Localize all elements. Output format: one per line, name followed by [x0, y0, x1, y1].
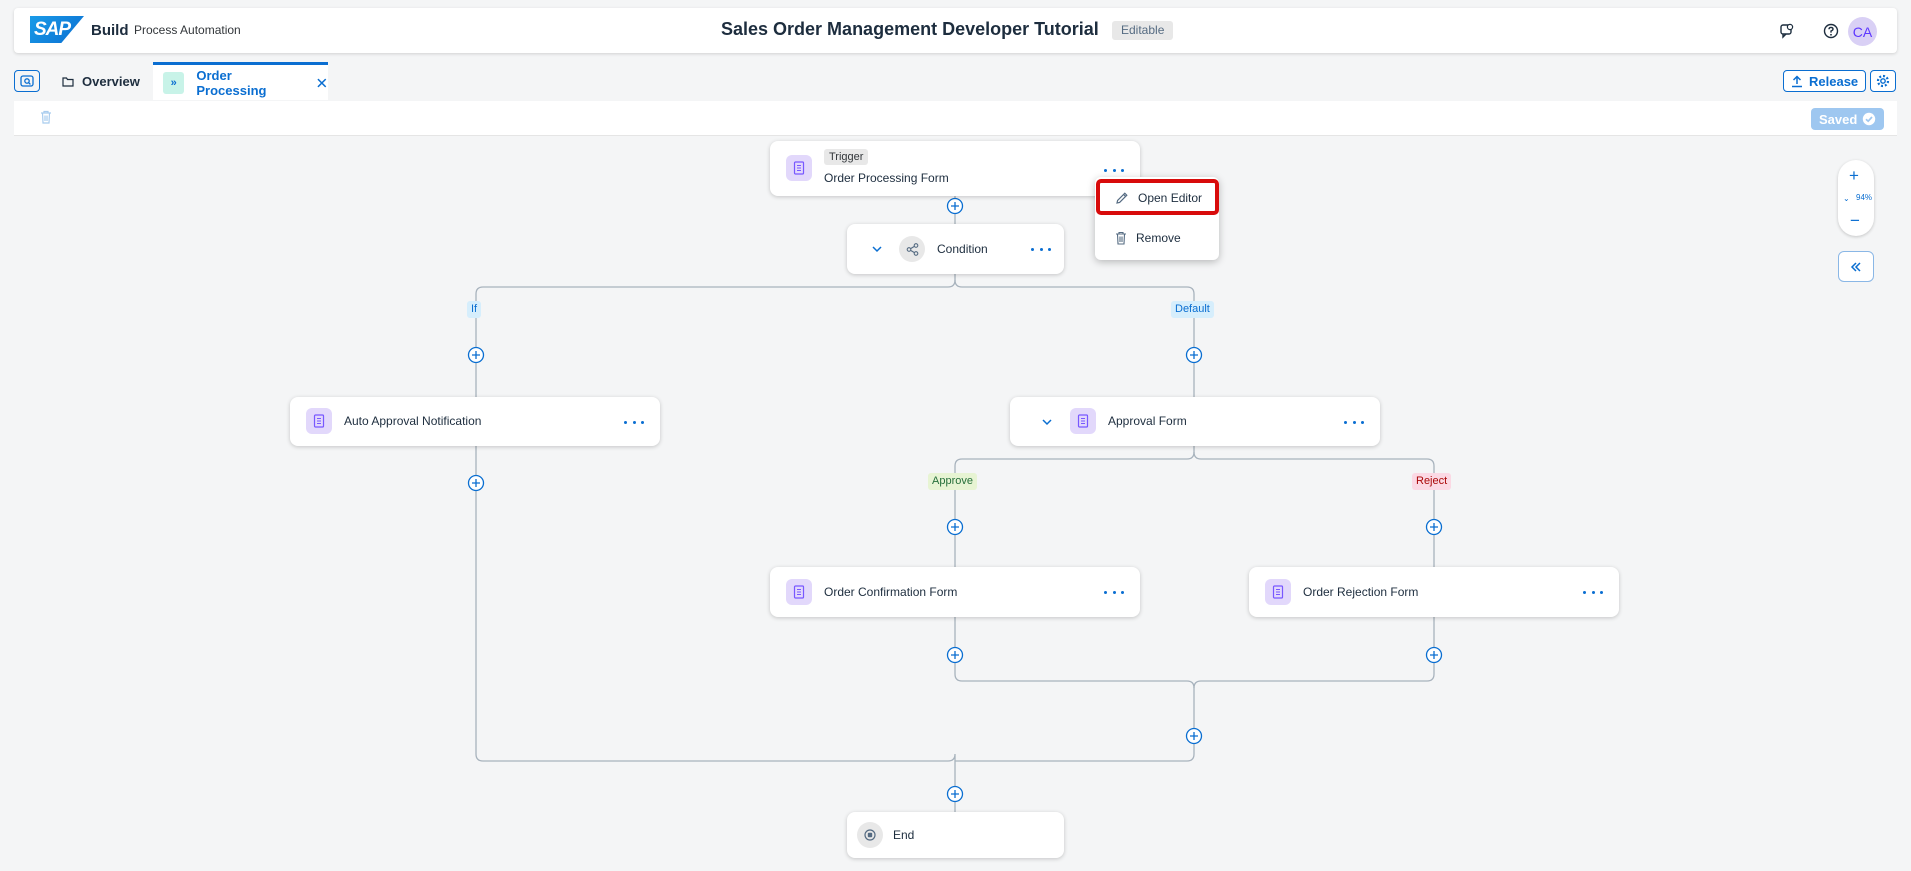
highlight-box: [1096, 179, 1219, 215]
collapse-panel-button[interactable]: [1838, 251, 1874, 282]
more-options-icon[interactable]: [1104, 587, 1124, 597]
form-icon: [1265, 579, 1291, 605]
form-icon: [1070, 408, 1096, 434]
more-options-icon[interactable]: [1344, 417, 1364, 427]
end-node-label: End: [893, 828, 915, 842]
zoom-out-button[interactable]: −: [1850, 211, 1860, 231]
zoom-level[interactable]: 94%: [1856, 193, 1872, 202]
share-icon: [899, 236, 925, 262]
branch-label-approve: Approve: [928, 473, 977, 490]
form-icon: [786, 579, 812, 605]
condition-node-label: Condition: [937, 242, 988, 256]
condition-node[interactable]: Condition: [847, 224, 1064, 274]
trash-icon: [1116, 231, 1126, 245]
branch-label-reject: Reject: [1412, 473, 1452, 490]
approval-form-node[interactable]: Approval Form: [1010, 397, 1380, 446]
end-node[interactable]: End: [847, 812, 1064, 858]
chevron-down-icon[interactable]: ⌄: [1843, 194, 1850, 203]
more-options-icon[interactable]: [1031, 244, 1051, 254]
trigger-node-label: Order Processing Form: [824, 171, 949, 185]
chevron-down-icon[interactable]: [869, 241, 885, 257]
branch-label-default: Default: [1171, 301, 1214, 318]
more-options-icon[interactable]: [624, 417, 644, 427]
form-icon: [786, 155, 812, 181]
confirmation-form-node-label: Order Confirmation Form: [824, 585, 958, 599]
stop-icon: [857, 822, 883, 848]
branch-label-if: If: [467, 301, 482, 318]
rejection-form-node[interactable]: Order Rejection Form: [1249, 567, 1619, 617]
remove-menu-item[interactable]: Remove: [1095, 221, 1219, 255]
more-options-icon[interactable]: [1583, 587, 1603, 597]
form-icon: [306, 408, 332, 434]
remove-label: Remove: [1136, 231, 1181, 245]
chevron-down-icon[interactable]: [1039, 414, 1055, 430]
approval-form-node-label: Approval Form: [1108, 414, 1187, 428]
auto-approval-node-label: Auto Approval Notification: [344, 414, 482, 428]
more-options-icon[interactable]: [1104, 165, 1124, 175]
confirmation-form-node[interactable]: Order Confirmation Form: [770, 567, 1140, 617]
rejection-form-node-label: Order Rejection Form: [1303, 585, 1419, 599]
zoom-control: + ⌄ 94% −: [1838, 160, 1874, 236]
trigger-node[interactable]: Trigger Order Processing Form: [770, 141, 1140, 196]
zoom-in-button[interactable]: +: [1849, 166, 1859, 186]
double-chevron-left-icon: [1850, 261, 1861, 272]
trigger-chip: Trigger: [824, 149, 869, 165]
auto-approval-node[interactable]: Auto Approval Notification: [290, 397, 660, 446]
flow-connectors: [467, 196, 1443, 812]
